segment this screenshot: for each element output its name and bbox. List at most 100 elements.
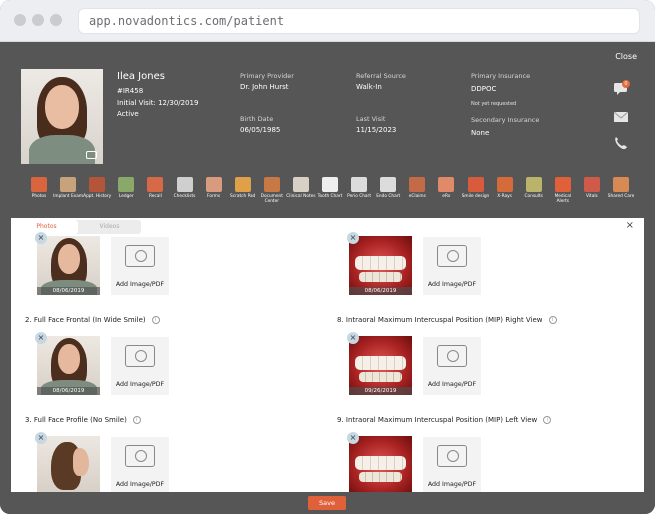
tool-medical-alerts[interactable]: Medical Alerts	[548, 177, 578, 204]
toolbar: Photos Implant Exam Appt. History Ledger Rec…	[24, 177, 634, 215]
tool-label: X-Rays	[497, 194, 512, 199]
window-maximize-dot[interactable]	[50, 14, 62, 26]
tool-consults[interactable]: Consults	[519, 177, 549, 199]
photo-date: 08/06/2019	[37, 287, 100, 295]
patient-name: Ilea Jones	[117, 71, 165, 82]
window-close-dot[interactable]	[14, 14, 26, 26]
photo-thumb[interactable]: 09/26/2019	[349, 336, 412, 395]
camera-icon[interactable]	[86, 151, 97, 159]
tool-label: Recall	[148, 194, 162, 199]
tool-shared-care[interactable]: Shared Care	[606, 177, 636, 199]
primary-provider-label: Primary Provider	[240, 72, 294, 80]
photo-thumb[interactable]	[37, 436, 100, 492]
tool-label: Perio Chart	[347, 194, 372, 199]
tab-videos[interactable]: Videos	[78, 220, 141, 234]
info-icon[interactable]: i	[151, 316, 160, 324]
shared-care-icon	[613, 177, 629, 192]
section-title: 2. Full Face Frontal (In Wide Smile) i	[25, 316, 160, 324]
last-visit-value: 11/15/2023	[356, 126, 397, 134]
secondary-insurance-value: None	[471, 129, 490, 137]
window-minimize-dot[interactable]	[32, 14, 44, 26]
add-image-button[interactable]: Add Image/PDF	[111, 437, 169, 492]
add-image-button[interactable]: Add Image/PDF	[423, 337, 481, 395]
footer-bar: Save	[0, 492, 655, 514]
chat-badge: 0	[622, 80, 630, 88]
info-icon[interactable]: i	[132, 416, 141, 424]
tooth-chart-icon	[322, 177, 338, 192]
tool-tooth-chart[interactable]: Tooth Chart	[315, 177, 345, 199]
close-button[interactable]: Close	[615, 52, 637, 61]
section-title: 3. Full Face Profile (No Smile) i	[25, 416, 141, 424]
remove-icon[interactable]: ×	[35, 432, 47, 444]
tool-appt-history[interactable]: Appt. History	[82, 177, 112, 199]
insurance-note: Not yet requested	[471, 101, 517, 107]
tool-endo-chart[interactable]: Endo Chart	[373, 177, 403, 199]
modal-close-icon[interactable]: ×	[626, 220, 634, 231]
remove-icon[interactable]: ×	[347, 332, 359, 344]
tab-photos[interactable]: Photos	[15, 220, 78, 234]
tool-document-center[interactable]: Document Center	[257, 177, 287, 204]
primary-insurance-label: Primary Insurance	[471, 72, 531, 80]
remove-icon[interactable]: ×	[347, 432, 359, 444]
add-image-button[interactable]: Add Image/PDF	[423, 437, 481, 492]
medical-alerts-icon	[554, 177, 571, 192]
section-title: 9. Intraoral Maximum Intercuspal Positio…	[337, 416, 552, 424]
remove-icon[interactable]: ×	[347, 232, 359, 244]
tool-label: Forms	[207, 194, 221, 199]
modal-tabs: Photos Videos	[15, 220, 141, 234]
tool-label: Shared Care	[607, 194, 635, 199]
birth-date-label: Birth Date	[240, 115, 274, 123]
photo-thumb[interactable]: 08/06/2019	[37, 336, 100, 395]
tool-checklists[interactable]: Checklists	[170, 177, 200, 199]
browser-chrome: app.novadontics.com/patient	[0, 0, 655, 42]
smile-design-icon	[467, 177, 484, 192]
tool-label: Consults	[524, 194, 543, 199]
tool-label: Tooth Chart	[317, 194, 343, 199]
photos-modal: Photos Videos × 08/06/2019 × Add Image/P…	[11, 218, 644, 492]
referral-source-value: Walk-In	[356, 83, 382, 91]
tool-smile-design[interactable]: Smile design	[461, 177, 491, 199]
tool-ledger[interactable]: Ledger	[111, 177, 141, 199]
remove-icon[interactable]: ×	[35, 332, 47, 344]
tool-scratch-pad[interactable]: Scratch Pad	[228, 177, 258, 199]
photo-thumb[interactable]: 08/06/2019	[37, 236, 100, 295]
referral-source-label: Referral Source	[356, 72, 406, 80]
camera-icon	[125, 445, 155, 467]
x-rays-icon	[496, 177, 513, 192]
phone-icon[interactable]	[613, 136, 629, 150]
photo-date: 09/26/2019	[349, 387, 412, 395]
save-button[interactable]: Save	[308, 496, 346, 510]
tool-clinical-notes[interactable]: Clinical Notes	[286, 177, 316, 199]
tool-implant-exam[interactable]: Implant Exam	[53, 177, 83, 199]
checklists-icon	[176, 177, 193, 192]
tool-label: Vitals	[585, 194, 598, 199]
remove-icon[interactable]: ×	[35, 232, 47, 244]
camera-icon	[125, 345, 155, 367]
tool-label: Implant Exam	[53, 194, 84, 199]
clinical-notes-icon	[292, 177, 309, 192]
info-icon[interactable]: i	[543, 416, 552, 424]
photo-thumb[interactable]	[349, 436, 412, 492]
tool-forms[interactable]: Forms	[199, 177, 229, 199]
info-icon[interactable]: i	[548, 316, 557, 324]
mail-icon[interactable]	[613, 110, 629, 124]
tool-vitals[interactable]: Vitals	[577, 177, 607, 199]
tool-photos[interactable]: Photos	[24, 177, 54, 199]
eclaims-icon	[409, 177, 426, 192]
add-image-button[interactable]: Add Image/PDF	[423, 237, 481, 295]
birth-date-value: 06/05/1985	[240, 126, 281, 134]
patient-photo[interactable]	[21, 69, 103, 164]
tool-label: Appt. History	[83, 194, 112, 199]
tool-perio-chart[interactable]: Perio Chart	[344, 177, 374, 199]
add-image-button[interactable]: Add Image/PDF	[111, 237, 169, 295]
tool-eclaims[interactable]: eClaims	[402, 177, 432, 199]
endo-chart-icon	[380, 177, 397, 192]
tool-erx[interactable]: eRx	[431, 177, 461, 199]
tool-recall[interactable]: Recall	[140, 177, 170, 199]
implant-exam-icon	[60, 177, 77, 192]
photo-thumb[interactable]: 08/06/2019	[349, 236, 412, 295]
url-bar[interactable]: app.novadontics.com/patient	[78, 8, 640, 34]
add-image-button[interactable]: Add Image/PDF	[111, 337, 169, 395]
tool-x-rays[interactable]: X-Rays	[490, 177, 520, 199]
tool-label: eRx	[442, 194, 451, 199]
